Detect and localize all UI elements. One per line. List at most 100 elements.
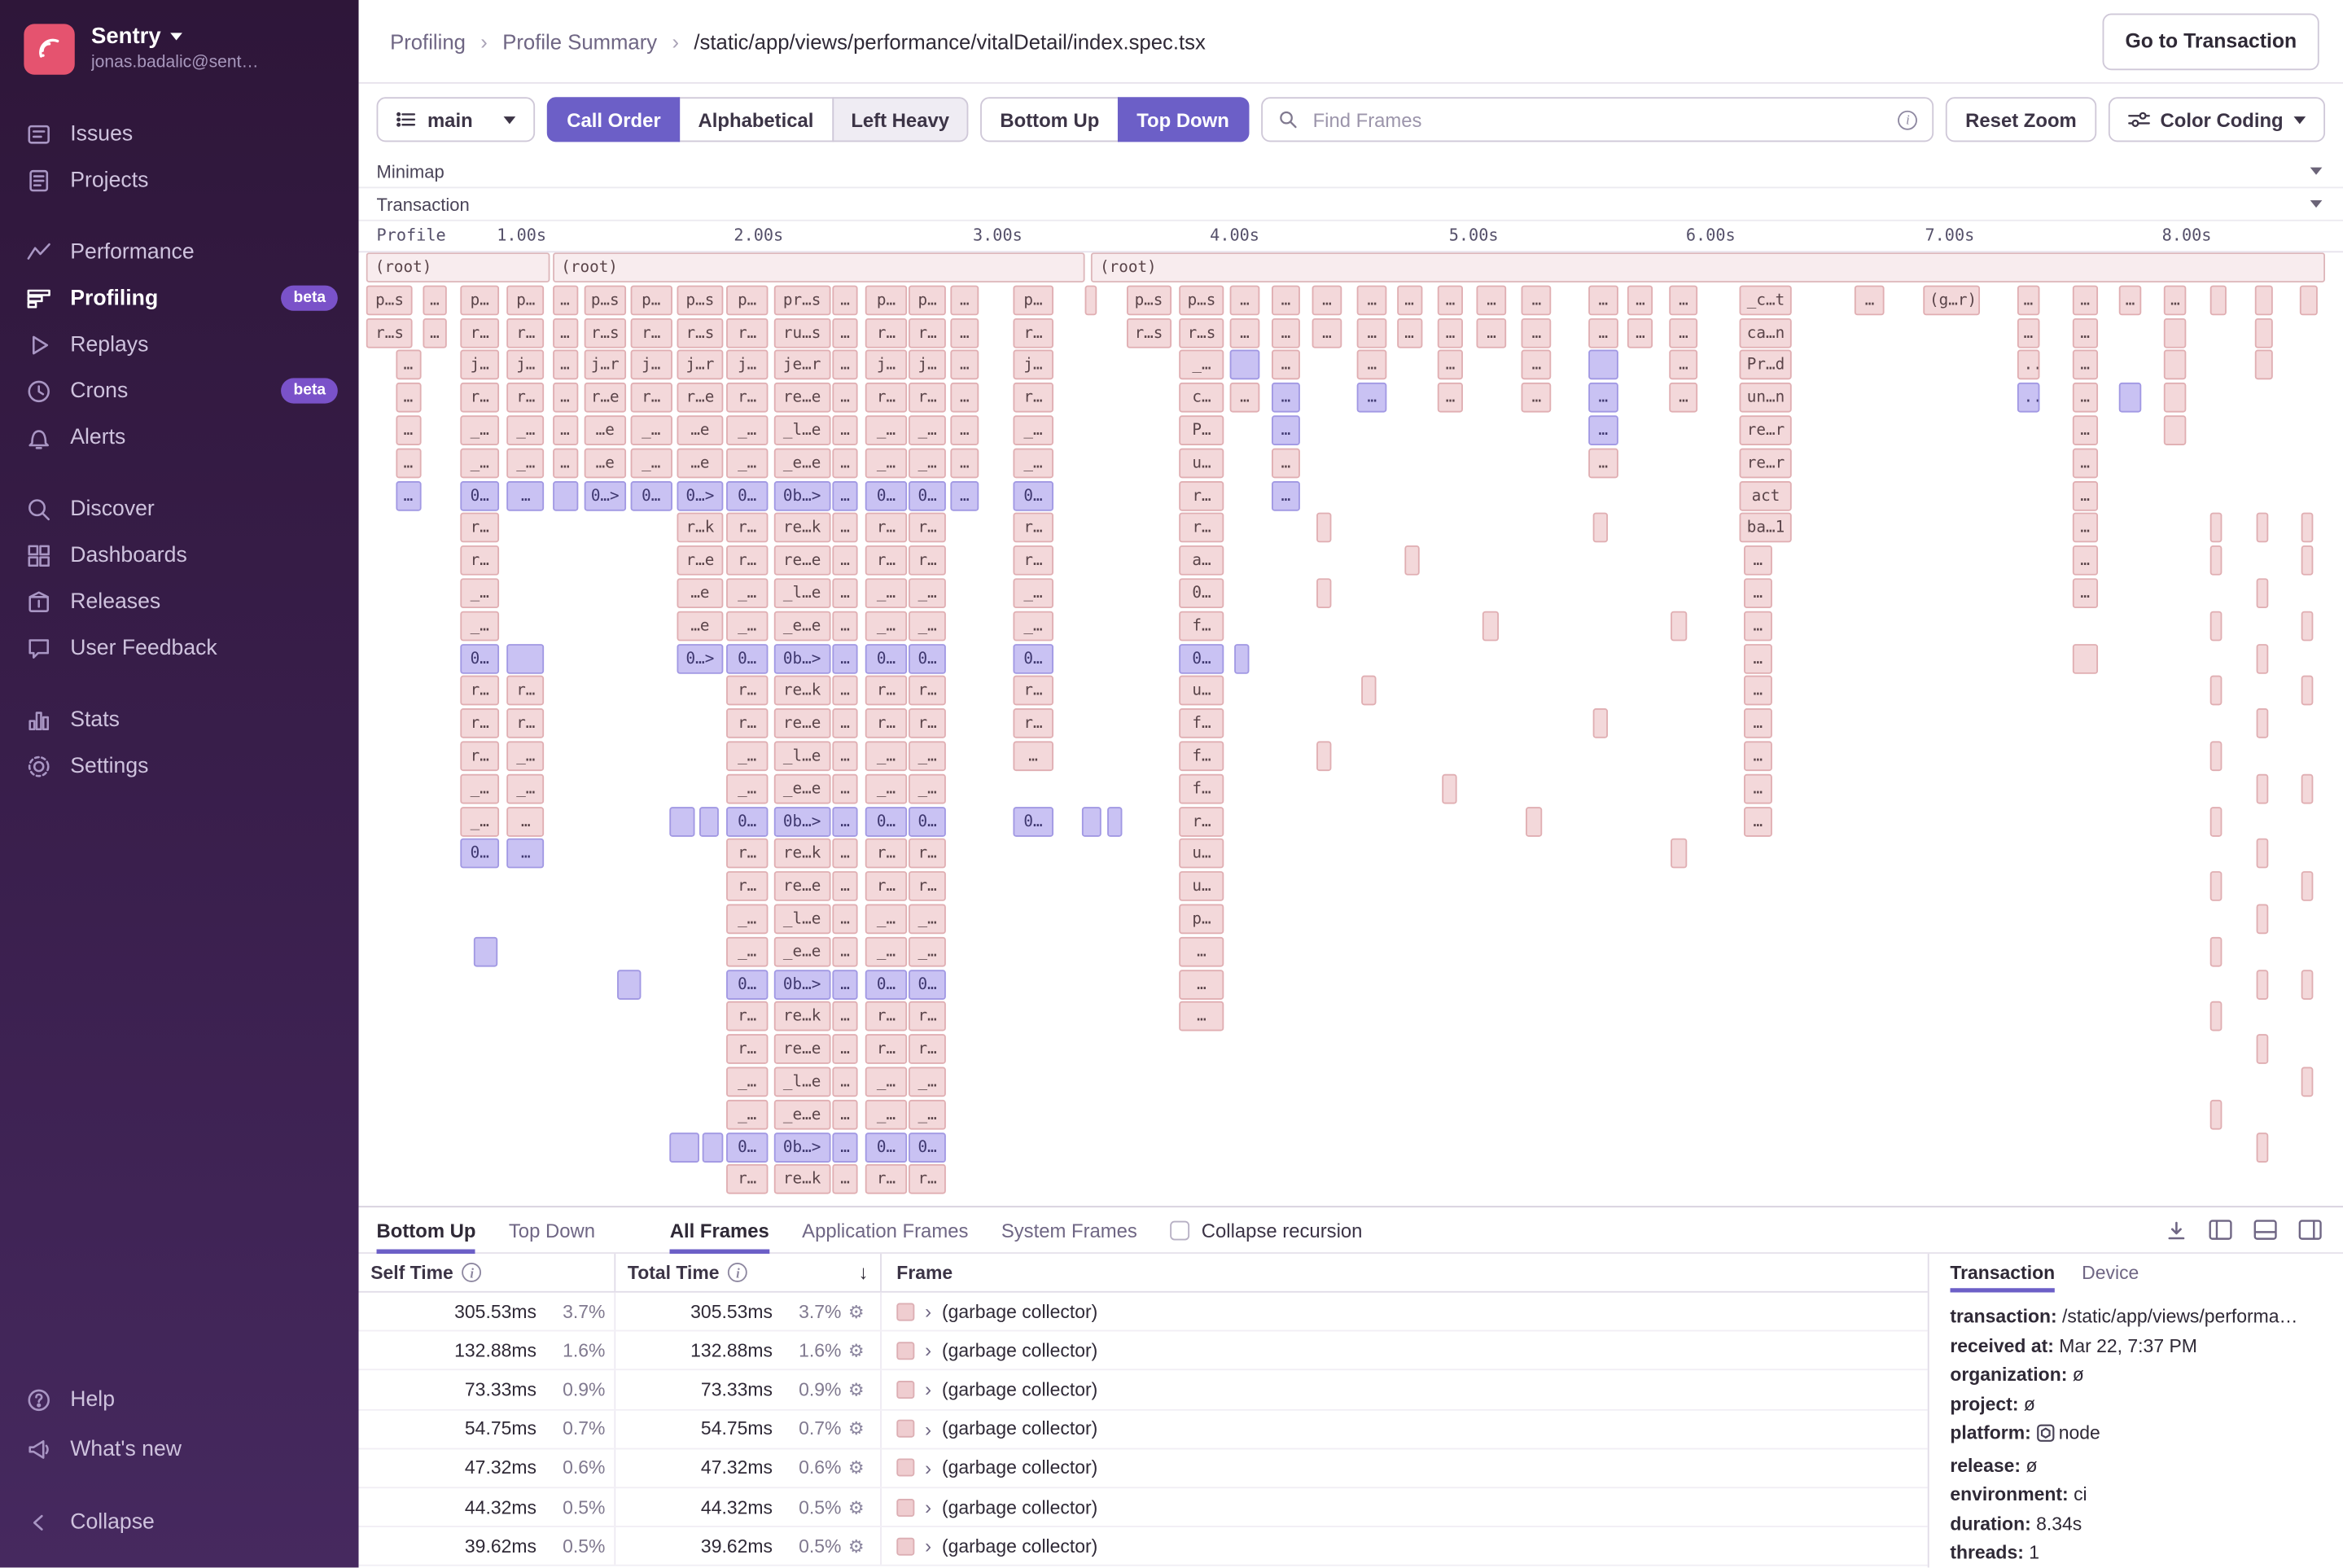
flame-cell[interactable]: re…e (773, 1035, 830, 1065)
flame-cell[interactable]: r… (865, 1002, 907, 1032)
sidebar-item-discover[interactable]: Discover (0, 486, 359, 532)
flame-cell[interactable]: _… (865, 773, 907, 804)
flame-cell[interactable]: (root) (552, 252, 1084, 283)
flame-cell[interactable]: … (396, 350, 421, 380)
flamegraph-canvas[interactable]: (root)(root)(root)p…s…p…p……p…sp…p…sp…pr…… (366, 252, 2325, 1206)
flame-cell[interactable]: P… (1179, 415, 1224, 445)
flame-cell[interactable]: f… (1179, 773, 1224, 804)
flame-cell[interactable]: f… (1179, 708, 1224, 738)
flame-cell[interactable] (1482, 611, 1498, 641)
sort-left-heavy-button[interactable]: Left Heavy (831, 97, 968, 142)
details-tab-device[interactable]: Device (2082, 1254, 2139, 1293)
flame-cell[interactable]: … (2119, 285, 2140, 315)
color-coding-select[interactable]: Color Coding (2108, 97, 2325, 142)
flame-cell[interactable]: r… (865, 545, 907, 576)
flame-cell[interactable]: ba…1 (1740, 513, 1793, 543)
flame-cell[interactable]: _… (726, 904, 768, 934)
flame-cell[interactable]: r… (909, 545, 946, 576)
sidebar-item-performance[interactable]: Performance (0, 229, 359, 275)
flame-cell[interactable] (2165, 318, 2186, 348)
flame-cell[interactable] (2301, 773, 2314, 804)
flame-cell[interactable] (2257, 643, 2269, 673)
flame-cell[interactable]: … (1357, 383, 1386, 413)
flame-cell[interactable]: r… (726, 871, 768, 901)
flame-cell[interactable]: r… (1013, 513, 1054, 543)
flame-cell[interactable] (2301, 1067, 2314, 1097)
flame-cell[interactable]: pr…s (773, 285, 830, 315)
flame-cell[interactable]: … (1271, 415, 1300, 445)
flame-cell[interactable] (670, 1132, 699, 1163)
flame-cell[interactable]: p…s (1179, 285, 1224, 315)
flame-cell[interactable]: … (1669, 285, 1698, 315)
flame-cell[interactable]: u… (1179, 448, 1224, 478)
flame-cell[interactable]: … (1312, 318, 1342, 348)
flame-cell[interactable]: p…s (366, 285, 414, 315)
flame-cell[interactable]: re…e (773, 871, 830, 901)
flame-cell[interactable]: … (2073, 545, 2098, 576)
flame-cell[interactable]: … (1743, 773, 1772, 804)
flame-cell[interactable]: _… (726, 415, 768, 445)
flame-cell[interactable]: … (1271, 318, 1300, 348)
flame-cell[interactable]: … (832, 513, 857, 543)
flame-cell[interactable] (2209, 513, 2222, 543)
flame-cell[interactable]: _… (726, 741, 768, 771)
flame-cell[interactable] (2301, 969, 2314, 999)
flame-cell[interactable]: _… (460, 448, 499, 478)
flame-cell[interactable]: r…e (584, 383, 627, 413)
flame-cell[interactable]: r… (909, 513, 946, 543)
sidebar-item-help[interactable]: Help (0, 1375, 359, 1425)
flame-cell[interactable]: … (950, 415, 979, 445)
flame-cell[interactable]: r…s (584, 318, 627, 348)
flame-cell[interactable]: _l…e (773, 1067, 830, 1097)
flame-cell[interactable]: r… (507, 383, 545, 413)
flame-cell[interactable]: … (1357, 350, 1386, 380)
flame-cell[interactable]: j…r (584, 350, 627, 380)
flame-cell[interactable]: a… (1179, 545, 1224, 576)
flame-cell[interactable]: … (2017, 318, 2039, 348)
thread-select[interactable]: main (377, 97, 536, 142)
flame-cell[interactable]: _… (507, 448, 545, 478)
flame-cell[interactable]: ca…n (1740, 318, 1793, 348)
table-row[interactable]: 132.88ms1.6%132.88ms1.6%⚙›(garbage colle… (359, 1332, 1928, 1371)
sort-call-order-button[interactable]: Call Order (547, 97, 680, 142)
frame-settings-gear-icon[interactable]: ⚙ (841, 1535, 871, 1557)
sidebar-item-dashboards[interactable]: Dashboards (0, 532, 359, 578)
flame-cell[interactable]: 0… (1179, 578, 1224, 608)
flame-cell[interactable]: 0… (909, 806, 946, 836)
flame-cell[interactable]: re…e (773, 545, 830, 576)
minimap-section-header[interactable]: Minimap (359, 155, 2343, 188)
tab-top-down[interactable]: Top Down (509, 1207, 595, 1253)
flame-cell[interactable]: …e (677, 415, 722, 445)
flame-cell[interactable]: 0…> (584, 480, 627, 510)
flame-cell[interactable] (552, 480, 577, 510)
go-to-transaction-button[interactable]: Go to Transaction (2103, 13, 2319, 70)
flame-cell[interactable]: 0… (865, 480, 907, 510)
flame-cell[interactable]: r… (909, 1035, 946, 1065)
flame-cell[interactable]: _… (909, 773, 946, 804)
view-bottom-up-button[interactable]: Bottom Up (981, 97, 1119, 142)
flame-cell[interactable]: p…s (584, 285, 627, 315)
sidebar-item-alerts[interactable]: Alerts (0, 414, 359, 460)
table-row[interactable]: 44.32ms0.5%44.32ms0.5%⚙›(garbage collect… (359, 1488, 1928, 1527)
flame-cell[interactable] (2257, 1132, 2269, 1163)
sidebar-item-collapse[interactable]: Collapse (0, 1497, 359, 1547)
flame-cell[interactable] (1526, 806, 1541, 836)
sidebar-item-replays[interactable]: Replays (0, 322, 359, 368)
flame-cell[interactable] (2301, 611, 2314, 641)
expand-chevron-icon[interactable]: › (925, 1417, 931, 1440)
flame-cell[interactable]: r… (507, 318, 545, 348)
sidebar-item-issues[interactable]: Issues (0, 111, 359, 157)
flame-cell[interactable]: 0…> (677, 480, 722, 510)
flame-cell[interactable]: … (832, 904, 857, 934)
flame-cell[interactable]: … (1669, 350, 1698, 380)
flame-cell[interactable]: 0… (1179, 643, 1224, 673)
flame-cell[interactable]: 0… (631, 480, 672, 510)
flame-cell[interactable]: _… (726, 936, 768, 966)
flame-cell[interactable]: 0… (726, 480, 768, 510)
expand-chevron-icon[interactable]: › (925, 1496, 931, 1518)
flame-cell[interactable]: _… (909, 936, 946, 966)
flame-cell[interactable] (2209, 611, 2222, 641)
expand-chevron-icon[interactable]: › (925, 1456, 931, 1479)
flame-cell[interactable]: … (1588, 318, 1618, 348)
flame-cell[interactable]: re…e (773, 708, 830, 738)
